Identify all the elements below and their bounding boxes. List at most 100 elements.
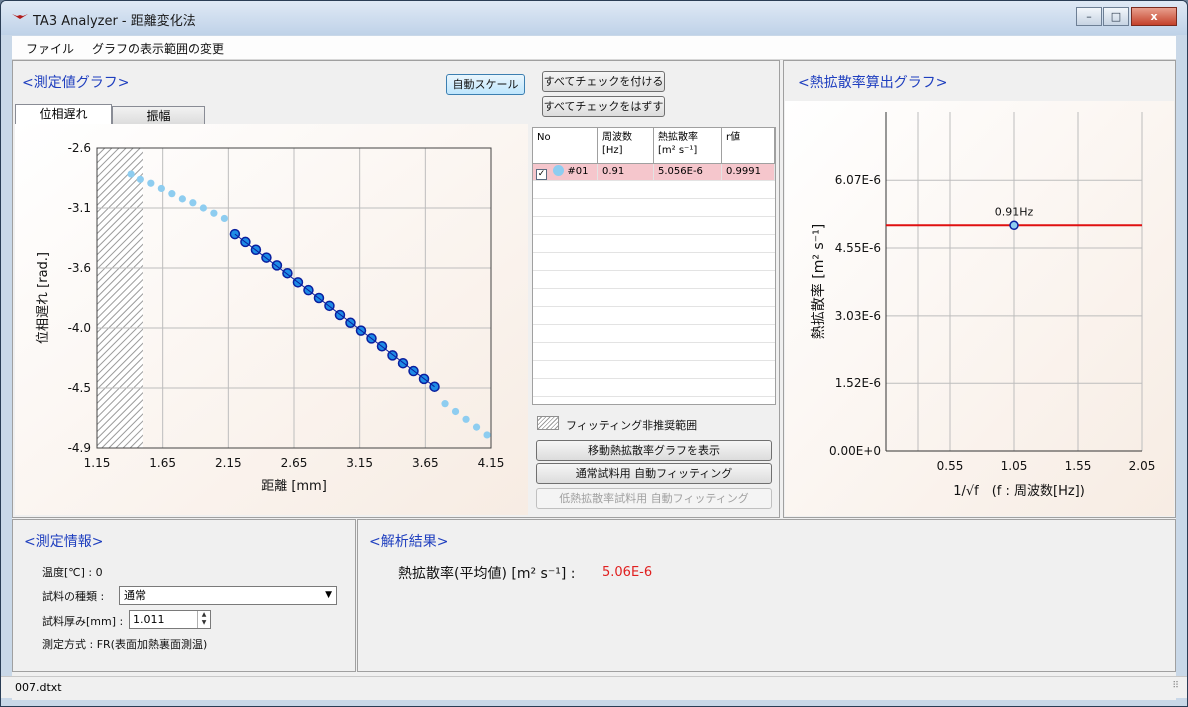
x-tick-label: 1.55 <box>1065 459 1092 473</box>
measure-graph-title: <測定値グラフ> <box>22 75 130 91</box>
col-header-no: No <box>533 128 598 164</box>
app-logo-icon <box>12 14 28 19</box>
y-tick-label: -3.1 <box>68 201 91 215</box>
hatch-legend-icon <box>537 416 559 430</box>
tab-amplitude[interactable]: 振幅 <box>112 106 205 126</box>
y-tick-label: -2.6 <box>68 141 91 155</box>
result-panel <box>357 519 1176 672</box>
col-header-diffusivity: 熱拡散率 [m² s⁻¹] <box>654 128 722 164</box>
main-window: TA3 Analyzer - 距離変化法 – □ x ファイル グラフの表示範囲… <box>0 0 1188 707</box>
status-bar: 007.dtxt ⠿ <box>1 676 1187 698</box>
spin-arrows-icon[interactable]: ▲ ▼ <box>197 611 210 628</box>
show-moving-diffusivity-button[interactable]: 移動熱拡散率グラフを表示 <box>536 440 772 461</box>
table-row-empty <box>533 254 775 271</box>
y-tick-label: -4.5 <box>68 381 91 395</box>
row-r: 0.9991 <box>722 164 775 181</box>
x-tick-label: 2.65 <box>281 456 308 470</box>
close-button[interactable]: x <box>1131 7 1177 26</box>
data-point <box>462 415 470 423</box>
table-row-empty <box>533 200 775 217</box>
check-all-button[interactable]: すべてチェックを付ける <box>542 71 665 92</box>
table-row-empty <box>533 344 775 361</box>
window-title: TA3 Analyzer - 距離変化法 <box>33 14 196 29</box>
y-tick-label: 1.52E-6 <box>835 376 881 390</box>
title-bar[interactable]: TA3 Analyzer - 距離変化法 – □ x <box>1 1 1187 35</box>
auto-scale-button[interactable]: 自動スケール <box>446 74 525 95</box>
auto-fit-normal-button[interactable]: 通常試料用 自動フィッティング <box>536 463 772 484</box>
diffusivity-chart: 0.55 1.05 1.55 2.05 0.00E+0 1.52E-6 3.03E-6 4.5… <box>785 101 1174 516</box>
auto-fit-low-button: 低熱拡散率試料用 自動フィッティング <box>536 488 772 509</box>
chevron-down-icon[interactable]: ▼ <box>325 587 332 604</box>
x-tick-label: 3.15 <box>346 456 373 470</box>
data-point <box>451 407 460 416</box>
y-tick-label: 0.00E+0 <box>829 444 881 458</box>
x-tick-label: 3.65 <box>412 456 439 470</box>
uncheck-all-button[interactable]: すべてチェックをはずす <box>542 96 665 117</box>
result-label: 熱拡散率(平均値) [m² s⁻¹] : <box>398 566 576 582</box>
data-point <box>220 214 228 223</box>
data-point <box>199 204 207 212</box>
result-title: <解析結果> <box>369 534 449 550</box>
col-header-r: r値 <box>722 128 775 164</box>
x-tick-label: 1.05 <box>1001 459 1028 473</box>
minimize-button[interactable]: – <box>1076 7 1102 26</box>
thickness-label: 試料厚み[mm] : <box>42 615 124 628</box>
data-point <box>147 179 155 187</box>
thickness-value: 1.011 <box>133 613 165 626</box>
x-tick-label: 1.15 <box>84 456 111 470</box>
tab-phase-lag[interactable]: 位相遅れ <box>15 104 112 125</box>
x-tick-label: 4.15 <box>478 456 505 470</box>
menu-graph-range[interactable]: グラフの表示範囲の変更 <box>92 40 224 57</box>
table-row-empty <box>533 182 775 199</box>
diffusivity-graph-title: <熱拡散率算出グラフ> <box>798 75 948 91</box>
table-row-empty <box>533 308 775 325</box>
y-tick-label: -4.0 <box>68 321 91 335</box>
table-row-empty <box>533 218 775 235</box>
row-checkbox[interactable]: ✓ <box>536 169 547 180</box>
resize-grip-icon[interactable]: ⠿ <box>1172 681 1179 691</box>
y-axis-label: 位相遅れ [rad.] <box>36 252 51 344</box>
table-row[interactable]: ✓ #01 0.91 5.056E-6 0.9991 <box>533 164 775 181</box>
temperature-label: 温度[℃] : 0 <box>42 566 103 579</box>
maximize-button[interactable]: □ <box>1103 7 1129 26</box>
data-point <box>483 431 491 439</box>
sample-type-label: 試料の種類 : <box>42 590 105 603</box>
table-row-empty <box>533 236 775 253</box>
menu-bar: ファイル グラフの表示範囲の変更 <box>12 36 1176 60</box>
x-tick-label: 0.55 <box>937 459 964 473</box>
data-point <box>178 195 186 203</box>
data-point <box>441 400 449 408</box>
row-no-cell: ✓ #01 <box>533 164 598 181</box>
sample-type-select[interactable]: 通常 ▼ <box>119 586 337 605</box>
data-point <box>127 170 135 178</box>
y-tick-label: -3.6 <box>68 261 91 275</box>
x-tick-label: 1.65 <box>149 456 176 470</box>
y-axis-label: 熱拡散率 [m² s⁻¹] <box>810 224 827 339</box>
x-axis-label: 距離 [mm] <box>261 479 327 494</box>
table-row-empty <box>533 380 775 397</box>
hatched-range <box>97 148 143 448</box>
measurement-table: No 周波数 [Hz] 熱拡散率 [m² s⁻¹] r値 ✓ #01 0.91 … <box>532 127 776 405</box>
series-marker-icon <box>553 165 565 176</box>
data-point <box>157 184 165 193</box>
info-title: <測定情報> <box>24 534 104 550</box>
y-tick-label: -4.9 <box>68 441 91 455</box>
table-row-empty <box>533 362 775 379</box>
hatch-legend-label: フィッティング非推奨範囲 <box>566 419 698 432</box>
x-tick-label: 2.05 <box>1129 459 1156 473</box>
table-row-empty <box>533 272 775 289</box>
x-axis-label: 1/√f (f : 周波数[Hz]) <box>953 484 1085 499</box>
row-no: #01 <box>567 166 589 177</box>
data-point <box>472 423 481 431</box>
data-point <box>210 209 218 217</box>
data-point <box>189 199 197 207</box>
row-frequency: 0.91 <box>598 164 654 181</box>
client-area: <測定値グラフ> 自動スケール すべてチェックを付ける すべてチェックをはずす … <box>12 60 1176 700</box>
result-value: 5.06E-6 <box>602 565 653 580</box>
thickness-stepper[interactable]: 1.011 ▲ ▼ <box>129 610 211 629</box>
menu-file[interactable]: ファイル <box>26 40 74 57</box>
table-row-empty <box>533 326 775 343</box>
table-row-empty <box>533 290 775 307</box>
data-point <box>136 175 144 183</box>
y-tick-label: 6.07E-6 <box>835 173 881 187</box>
